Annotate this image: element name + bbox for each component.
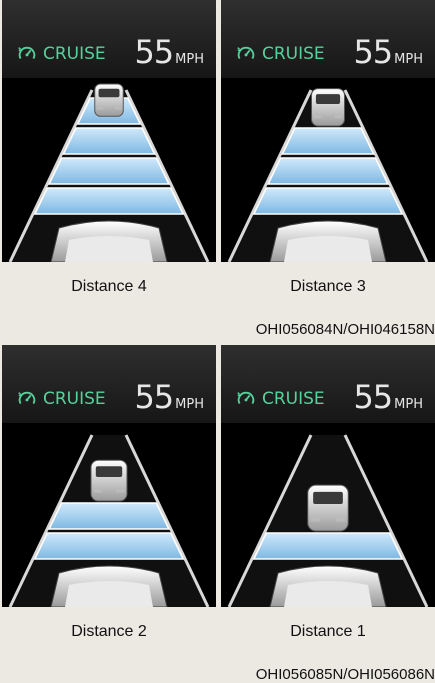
distance-bar [62,127,156,155]
set-speed: 55 MPH [353,378,423,416]
own-vehicle [269,220,387,262]
speed-unit: MPH [175,52,204,67]
cluster-display: CRUISE 55 MPH [2,345,216,607]
cruise-label: CRUISE [43,44,106,64]
distance-bar [266,157,390,185]
vehicle-ahead [94,83,124,117]
cluster-display: CRUISE 55 MPH [2,0,216,262]
distance-bar [33,532,185,560]
own-vehicle [269,565,387,607]
following-distance-graphic [221,78,435,262]
vehicle-ahead [311,88,345,127]
distance-bar [252,187,404,215]
cruise-speedometer-icon [16,43,38,65]
speed-unit: MPH [394,52,423,67]
distance-caption: Distance 3 [290,278,366,295]
distance-bar [47,157,171,185]
speed-value: 55 [134,33,174,71]
own-vehicle [50,220,168,262]
cruise-indicator: CRUISE [16,388,106,410]
cluster-header: CRUISE 55 MPH [2,345,216,423]
following-distance-graphic [2,78,216,262]
distance-bar [281,127,375,155]
speed-value: 55 [134,378,174,416]
cruise-speedometer-icon [235,388,257,410]
distance-bar [252,532,404,560]
speed-unit: MPH [394,397,423,412]
cruise-label: CRUISE [262,389,325,409]
speed-value: 55 [353,378,393,416]
figure-code: OHI056085N/OHI056086N [255,666,435,683]
panel-divider [217,0,219,262]
cruise-label: CRUISE [43,389,106,409]
cruise-speedometer-icon [16,388,38,410]
following-distance-graphic [221,423,435,607]
vehicle-ahead [90,459,128,502]
vehicle-ahead [307,484,349,532]
speed-value: 55 [353,33,393,71]
cluster-header: CRUISE 55 MPH [2,0,216,78]
cluster-display: CRUISE 55 MPH [221,0,435,262]
own-vehicle [50,565,168,607]
distance-caption: Distance 4 [71,278,147,295]
cluster-header: CRUISE 55 MPH [221,345,435,423]
panel-divider [217,345,219,607]
cruise-indicator: CRUISE [235,43,325,65]
figure-row: OHI056085N/OHI056086N CRUISE 55 MPH Dista… [0,345,435,683]
set-speed: 55 MPH [353,33,423,71]
set-speed: 55 MPH [134,33,204,71]
following-distance-graphic [2,423,216,607]
cluster-header: CRUISE 55 MPH [221,0,435,78]
cluster-display: CRUISE 55 MPH [221,345,435,607]
distance-caption: Distance 1 [290,623,366,640]
figure-row: OHI056084N/OHI046158N CRUISE 55 MPH Dista… [0,0,435,338]
cruise-indicator: CRUISE [235,388,325,410]
figure-code: OHI056084N/OHI046158N [255,321,435,338]
distance-bar [47,502,171,530]
distance-bar [33,187,185,215]
speed-unit: MPH [175,397,204,412]
cruise-label: CRUISE [262,44,325,64]
set-speed: 55 MPH [134,378,204,416]
cruise-indicator: CRUISE [16,43,106,65]
cruise-speedometer-icon [235,43,257,65]
distance-caption: Distance 2 [71,623,147,640]
